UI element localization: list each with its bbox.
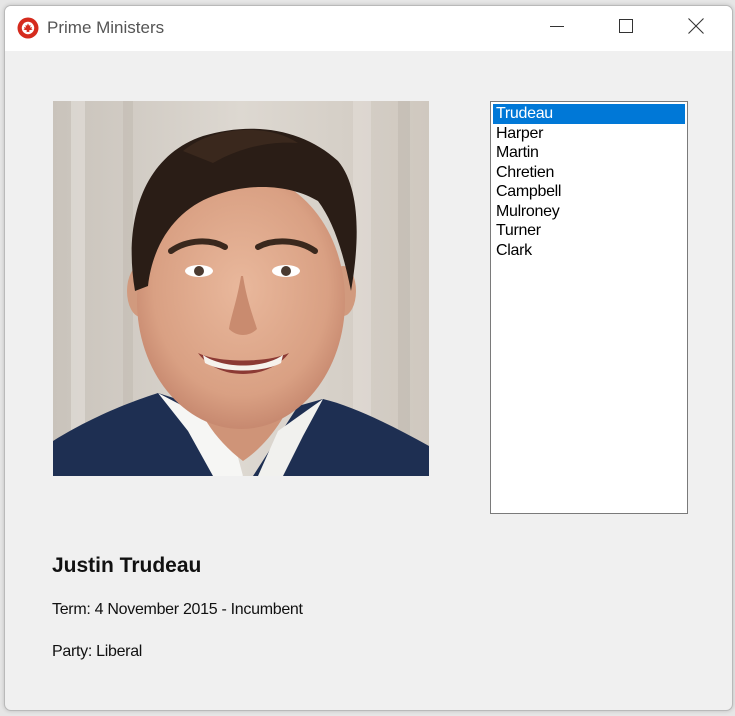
- prime-minister-name: Justin Trudeau: [52, 554, 202, 577]
- list-item-mulroney[interactable]: Mulroney: [493, 202, 685, 222]
- title-bar[interactable]: Prime Ministers: [5, 6, 732, 51]
- list-item-turner[interactable]: Turner: [493, 221, 685, 241]
- minimize-button[interactable]: [534, 6, 580, 51]
- main-window: Prime Ministers Trudeau Harper Martin Ch…: [4, 5, 733, 711]
- list-item-campbell[interactable]: Campbell: [493, 182, 685, 202]
- prime-minister-term: Term: 4 November 2015 - Incumbent: [52, 601, 303, 618]
- prime-minister-party: Party: Liberal: [52, 643, 143, 660]
- close-button[interactable]: [673, 6, 719, 51]
- minimize-icon: [550, 19, 564, 38]
- canada-maple-leaf-icon: [17, 17, 39, 39]
- list-item-clark[interactable]: Clark: [493, 241, 685, 261]
- maximize-icon: [619, 19, 633, 38]
- list-item-harper[interactable]: Harper: [493, 124, 685, 144]
- list-item-chretien[interactable]: Chretien: [493, 163, 685, 183]
- maximize-button[interactable]: [603, 6, 649, 51]
- prime-minister-portrait-photo: [53, 101, 429, 476]
- list-item-martin[interactable]: Martin: [493, 143, 685, 163]
- close-icon: [688, 18, 704, 39]
- list-item-trudeau[interactable]: Trudeau: [493, 104, 685, 124]
- prime-minister-listbox[interactable]: Trudeau Harper Martin Chretien Campbell …: [490, 101, 688, 514]
- window-title: Prime Ministers: [47, 18, 165, 37]
